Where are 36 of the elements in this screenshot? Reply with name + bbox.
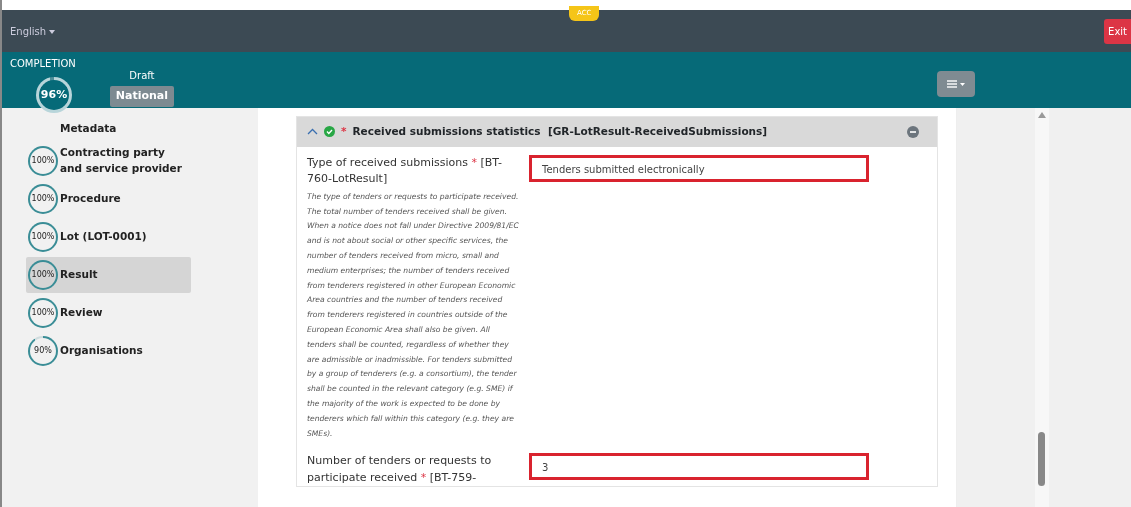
section-header[interactable]: * Received submissions statistics [GR-LotResult-ReceivedSubmissions] (297, 117, 937, 147)
input-field[interactable]: 3 (529, 453, 869, 481)
status-text: Draft (129, 69, 155, 83)
section-title: Received submissions statistics [GR-LotResult-ReceivedSubmissions] (352, 124, 769, 139)
sidebar-label: Metadata (60, 121, 117, 136)
filter-dropdown-button[interactable] (937, 71, 975, 97)
collapse-icon[interactable] (907, 125, 919, 138)
scope-badge: National (109, 86, 175, 107)
caret-icon (49, 29, 56, 34)
scroll-up-icon[interactable] (1038, 112, 1046, 118)
input-field[interactable]: Tenders submitted electronically (529, 154, 869, 182)
completion-label: COMPLETION (10, 57, 76, 71)
sidebar-label: Lot (LOT-0001) (60, 229, 147, 245)
sidebar-label: Result (60, 267, 98, 283)
sidebar-item[interactable]: 100% Result (26, 257, 191, 294)
sidebar-item[interactable]: 100% Procedure (26, 181, 191, 218)
exit-button[interactable]: Exit (1104, 18, 1131, 44)
caret-icon (960, 82, 965, 86)
field-label: Type of received submissions * [BT-760-LotResult] (307, 154, 503, 188)
language-dropdown[interactable]: English (2, 23, 56, 39)
sidebar-label: Review (60, 305, 103, 321)
scrollbar-thumb[interactable] (1038, 432, 1045, 486)
chevron-icon[interactable] (307, 128, 318, 136)
sidebar-label: Organisations (60, 343, 143, 359)
completion-percent: 96% (40, 86, 68, 104)
required-marker: * (341, 124, 347, 139)
sidebar-item[interactable]: 100% Lot (LOT-0001) (26, 219, 191, 256)
sidebar-label: Procedure (60, 191, 121, 207)
sidebar-item[interactable]: Metadata (26, 118, 191, 140)
sidebar-item[interactable]: 100% Review (26, 295, 191, 332)
sidebar-item[interactable]: 90% Organisations (26, 333, 191, 370)
sidebar-item[interactable]: 100% Contracting party and service provider (26, 141, 191, 180)
sidebar-label: Contracting party and service provider (60, 144, 183, 176)
field-label: Number of tenders or requests to participate received * [BT-759- (307, 453, 493, 486)
sliders-icon (947, 79, 957, 89)
scrollbar[interactable] (1035, 108, 1049, 507)
